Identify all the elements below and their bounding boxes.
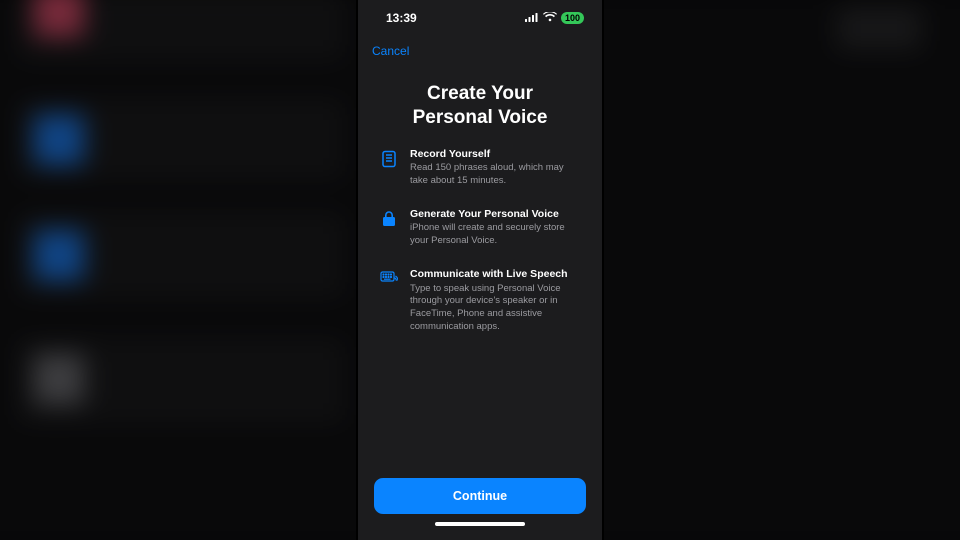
- feature-body: iPhone will create and securely store yo…: [410, 222, 580, 248]
- nav-bar: Cancel: [358, 36, 602, 62]
- feature-body: Read 150 phrases aloud, which may take a…: [410, 162, 580, 188]
- title-line-2: Personal Voice: [413, 107, 548, 128]
- continue-button[interactable]: Continue: [374, 478, 586, 514]
- feature-heading: Communicate with Live Speech: [410, 268, 580, 282]
- wifi-icon: [543, 11, 557, 25]
- page-title: Create Your Personal Voice: [358, 62, 602, 148]
- title-line-1: Create Your: [427, 83, 533, 104]
- status-time: 13:39: [386, 11, 417, 25]
- cellular-icon: [525, 11, 539, 25]
- lock-icon: [380, 208, 398, 228]
- keyboard-speech-icon: [380, 268, 398, 284]
- feature-list: Record Yourself Read 150 phrases aloud, …: [358, 148, 602, 479]
- feature-heading: Generate Your Personal Voice: [410, 208, 580, 222]
- feature-record: Record Yourself Read 150 phrases aloud, …: [380, 148, 580, 188]
- battery-indicator: 100: [561, 12, 584, 24]
- feature-heading: Record Yourself: [410, 148, 580, 162]
- feature-generate: Generate Your Personal Voice iPhone will…: [380, 208, 580, 248]
- feature-body: Type to speak using Personal Voice throu…: [410, 283, 580, 334]
- script-icon: [380, 148, 398, 168]
- status-indicators: 100: [525, 11, 584, 25]
- feature-communicate: Communicate with Live Speech Type to spe…: [380, 268, 580, 334]
- status-bar: 13:39 100: [358, 0, 602, 36]
- cancel-button[interactable]: Cancel: [372, 44, 409, 58]
- phone-frame: 13:39 100 Cancel Create Your Personal Vo…: [356, 0, 604, 540]
- home-indicator[interactable]: [435, 522, 525, 526]
- footer: Continue: [358, 478, 602, 540]
